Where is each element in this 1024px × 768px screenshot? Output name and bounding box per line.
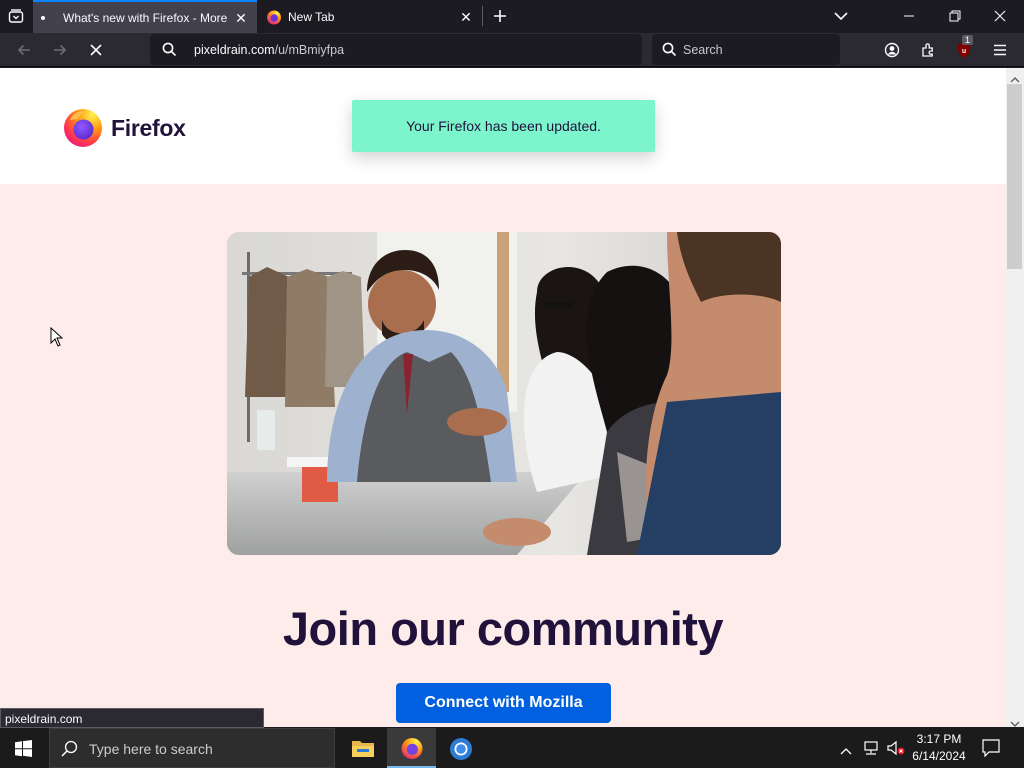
windows-start-icon[interactable] xyxy=(15,740,32,762)
search-icon xyxy=(662,42,677,62)
tab-title: New Tab xyxy=(288,9,335,24)
firefox-icon xyxy=(400,736,424,765)
close-window-icon[interactable] xyxy=(988,4,1012,28)
forward-arrow-icon[interactable] xyxy=(48,38,72,62)
close-tab-icon[interactable]: ✕ xyxy=(458,9,474,25)
search-icon xyxy=(162,42,177,62)
scrollbar-thumb[interactable] xyxy=(1007,84,1022,269)
search-bar[interactable]: Search xyxy=(652,34,840,65)
page-header: Firefox Your Firefox has been updated. xyxy=(0,68,1006,184)
url-path: /u/mBmiyfpa xyxy=(274,43,345,57)
svg-text:u: u xyxy=(962,48,966,55)
notifications-icon[interactable] xyxy=(982,739,1000,762)
tab-overview-icon[interactable] xyxy=(4,4,28,28)
search-placeholder: Search xyxy=(683,43,723,57)
tab-new-tab[interactable]: New Tab ✕ xyxy=(258,0,482,33)
url-text[interactable]: pixeldrain.com/u/mBmiyfpa xyxy=(194,43,344,57)
community-heading: Join our community xyxy=(282,602,724,655)
close-tab-icon[interactable]: ✕ xyxy=(233,10,249,26)
tab-audio-dot xyxy=(41,15,45,20)
firefox-icon xyxy=(266,9,282,25)
page-content: Firefox Your Firefox has been updated. J… xyxy=(0,68,1006,727)
brand-name: Firefox xyxy=(111,115,186,141)
status-url: pixeldrain.com xyxy=(0,708,264,728)
url-bar[interactable]: pixeldrain.com/u/mBmiyfpa xyxy=(150,34,642,65)
network-icon[interactable] xyxy=(862,740,880,761)
taskbar-search-placeholder: Type here to search xyxy=(89,741,213,757)
minimize-icon[interactable] xyxy=(897,4,921,28)
tab-strip: What's new with Firefox - More ✕ New Tab… xyxy=(0,0,1024,33)
search-icon xyxy=(61,740,78,762)
back-arrow-icon[interactable] xyxy=(12,38,36,62)
notification-badge: 1 xyxy=(962,35,974,45)
new-tab-icon[interactable] xyxy=(488,4,512,28)
tab-whats-new[interactable]: What's new with Firefox - More ✕ xyxy=(33,0,257,33)
firefox-logo-icon[interactable] xyxy=(62,106,104,153)
menu-icon[interactable] xyxy=(988,38,1012,62)
tab-title: What's new with Firefox - More xyxy=(63,10,228,25)
stop-icon[interactable] xyxy=(84,38,108,62)
hero-image xyxy=(227,232,781,555)
account-icon[interactable] xyxy=(880,38,904,62)
volume-muted-icon[interactable] xyxy=(886,740,906,761)
ublock-icon[interactable]: u 1 xyxy=(952,35,976,62)
connect-with-mozilla-button[interactable]: Connect with Mozilla xyxy=(396,683,611,723)
chevron-up-icon[interactable] xyxy=(840,742,852,760)
taskbar-search-box[interactable]: Type here to search xyxy=(49,728,335,768)
chrome-icon[interactable] xyxy=(449,737,473,766)
extensions-icon[interactable] xyxy=(916,38,940,62)
mouse-cursor-icon xyxy=(50,326,64,352)
clock-date[interactable]: 6/14/2024 xyxy=(907,749,971,763)
list-all-tabs-icon[interactable] xyxy=(829,4,853,28)
update-notification: Your Firefox has been updated. xyxy=(352,100,655,152)
file-explorer-icon[interactable] xyxy=(351,738,375,763)
restore-icon[interactable] xyxy=(943,4,967,28)
firefox-taskbar-button[interactable] xyxy=(387,728,436,768)
clock-time[interactable]: 3:17 PM xyxy=(907,732,971,746)
navigation-toolbar: pixeldrain.com/u/mBmiyfpa Search u 1 xyxy=(0,33,1024,67)
windows-taskbar: Type here to search 3:17 PM 6/14/2024 xyxy=(0,728,1024,768)
url-host: pixeldrain.com xyxy=(194,43,275,57)
tab-separator xyxy=(482,6,483,26)
